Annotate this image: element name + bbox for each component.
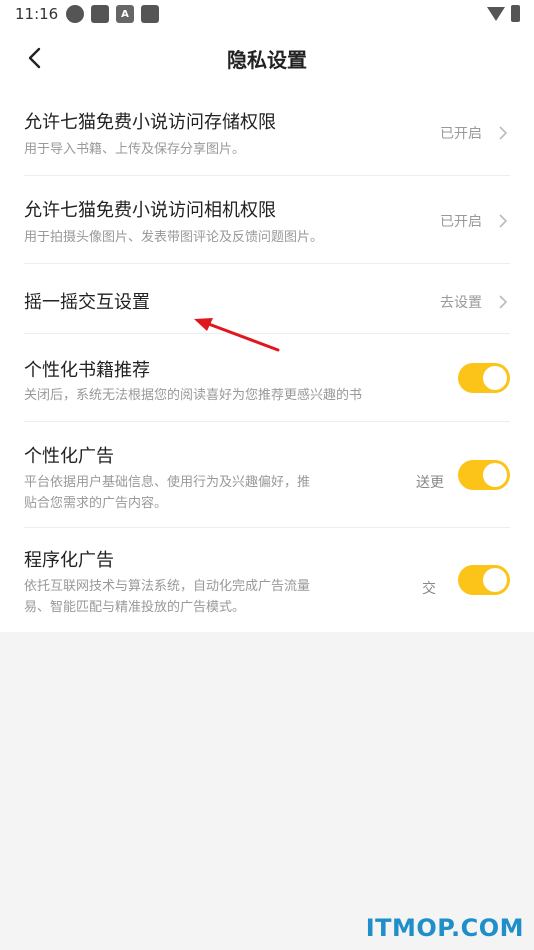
setting-camera-permission[interactable]: 允许七猫免费小说访问相机权限 用于拍摄头像图片、发表带图评论及反馈问题图片。 已…: [24, 176, 510, 264]
setting-title: 允许七猫免费小说访问相机权限: [24, 200, 276, 221]
setting-shake-interaction[interactable]: 摇一摇交互设置 去设置: [24, 264, 510, 334]
subtitle-fragment: 送更: [416, 475, 444, 491]
chevron-right-icon: [499, 214, 508, 228]
app-icon: [66, 5, 84, 23]
personalized-books-toggle[interactable]: [458, 363, 510, 393]
setting-personalized-books: 个性化书籍推荐 关闭后，系统无法根据您的阅读喜好为您推荐更感兴趣的书: [24, 334, 510, 422]
system-icons: [487, 5, 520, 22]
square-icon: [141, 5, 159, 23]
setting-title: 程序化广告: [24, 550, 114, 571]
setting-subtitle-line1: 依托互联网技术与算法系统，自动化完成广告流量: [24, 579, 311, 594]
setting-status: 去设置: [440, 295, 482, 311]
notification-icons: A: [66, 5, 159, 23]
setting-personalized-ads: 个性化广告 平台依据用户基础信息、使用行为及兴趣偏好，推 贴合您需求的广告内容。…: [24, 422, 510, 528]
setting-status: 已开启: [440, 126, 482, 142]
subtitle-fragment: 交: [422, 581, 436, 597]
toggle-knob: [483, 463, 507, 487]
setting-subtitle: 用于导入书籍、上传及保存分享图片。: [24, 142, 246, 157]
toggle-knob: [483, 568, 507, 592]
status-bar: 11:16 A: [0, 0, 534, 30]
setting-programmatic-ads: 程序化广告 依托互联网技术与算法系统，自动化完成广告流量 易、智能匹配与精准投放…: [24, 528, 510, 632]
setting-status: 已开启: [440, 214, 482, 230]
setting-title: 个性化书籍推荐: [24, 360, 150, 381]
setting-subtitle-line2: 贴合您需求的广告内容。: [24, 496, 168, 511]
setting-subtitle-line1: 平台依据用户基础信息、使用行为及兴趣偏好，推: [24, 475, 311, 490]
setting-storage-permission[interactable]: 允许七猫免费小说访问存储权限 用于导入书籍、上传及保存分享图片。 已开启: [24, 88, 510, 176]
chevron-right-icon: [499, 295, 508, 309]
setting-subtitle: 关闭后，系统无法根据您的阅读喜好为您推荐更感兴趣的书: [24, 388, 363, 403]
nav-bar: 隐私设置: [0, 30, 534, 88]
setting-subtitle: 用于拍摄头像图片、发表带图评论及反馈问题图片。: [24, 230, 324, 245]
personalized-ads-toggle[interactable]: [458, 460, 510, 490]
setting-title: 允许七猫免费小说访问存储权限: [24, 112, 276, 133]
wifi-icon: [487, 6, 505, 21]
battery-icon: [511, 5, 520, 22]
page-title: 隐私设置: [227, 48, 307, 72]
toggle-knob: [483, 366, 507, 390]
chevron-right-icon: [499, 126, 508, 140]
a-icon: A: [116, 5, 134, 23]
watermark: ITMOP.COM: [365, 914, 524, 942]
square-icon: [91, 5, 109, 23]
programmatic-ads-toggle[interactable]: [458, 565, 510, 595]
setting-title: 个性化广告: [24, 446, 114, 467]
setting-subtitle-line2: 易、智能匹配与精准投放的广告模式。: [24, 600, 246, 615]
settings-list: 允许七猫免费小说访问存储权限 用于导入书籍、上传及保存分享图片。 已开启 允许七…: [0, 88, 534, 632]
status-time: 11:16: [15, 5, 59, 23]
setting-title: 摇一摇交互设置: [24, 292, 150, 313]
